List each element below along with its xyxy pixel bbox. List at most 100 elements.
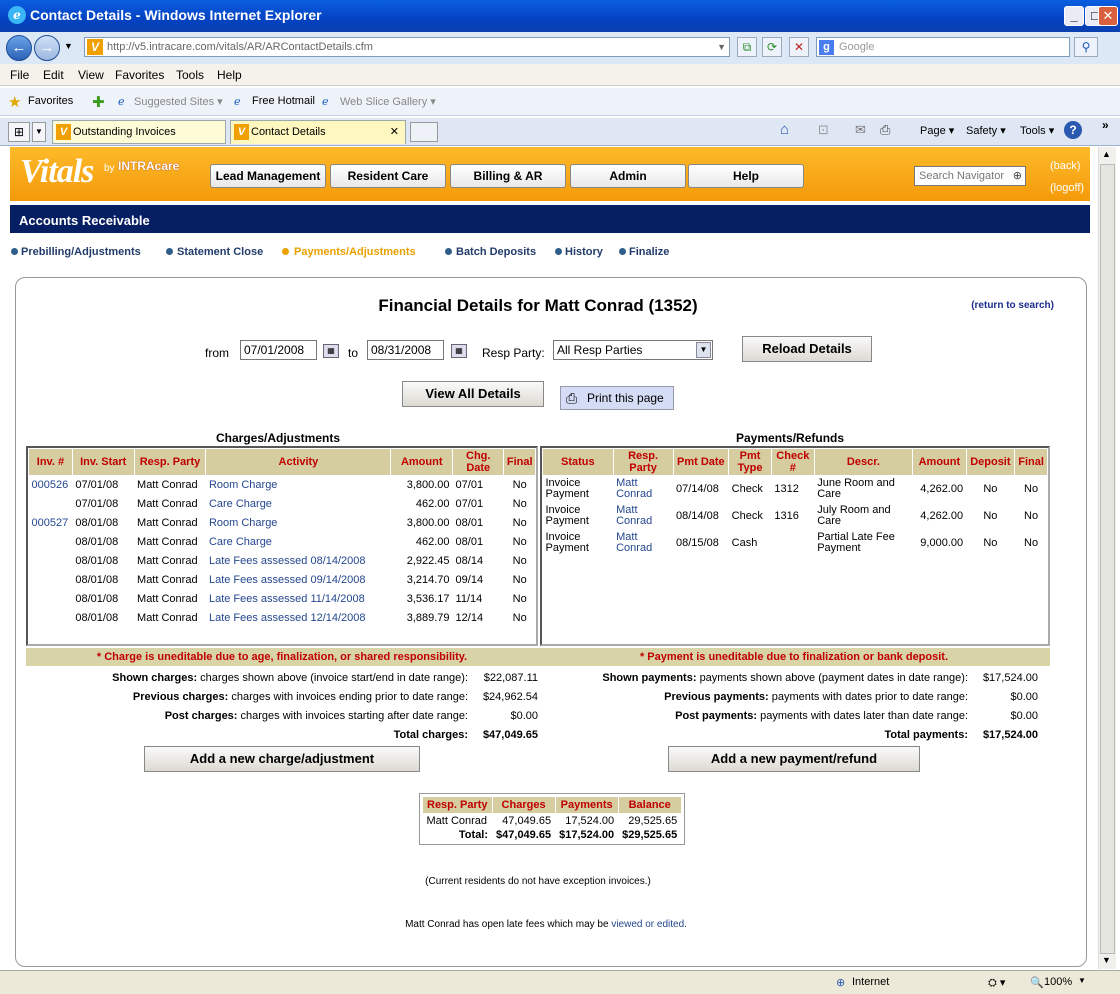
favorites-button[interactable]: Favorites <box>28 95 73 107</box>
payment-cell: 9,000.00 <box>920 536 964 549</box>
tab-outstanding-invoices[interactable]: V Outstanding Invoices <box>52 120 226 144</box>
menu-edit[interactable]: Edit <box>43 68 64 82</box>
latefee-link[interactable]: viewed or edited. <box>611 919 687 930</box>
charge-cell: No <box>512 536 527 548</box>
nav-billing-ar[interactable]: Billing & AR <box>450 164 566 188</box>
activity-link[interactable]: Late Fees assessed 09/14/2008 <box>209 574 366 586</box>
address-bar[interactable]: V http://v5.intracare.com/vitals/AR/ARCo… <box>84 37 730 57</box>
to-date-input[interactable]: 08/31/2008 <box>367 340 444 360</box>
summary-label-text: charges with invoices starting after dat… <box>240 710 468 722</box>
charge-cell: 000526 <box>29 476 73 495</box>
page-menu[interactable]: Page ▾ <box>920 124 954 137</box>
resp-party-link[interactable]: Matt Conrad <box>616 477 652 500</box>
new-tab-button[interactable] <box>410 122 438 142</box>
chevron-more-icon[interactable]: » <box>1102 118 1109 132</box>
mail-icon[interactable]: ✉ <box>855 122 866 138</box>
view-all-details-button[interactable]: View All Details <box>402 381 544 407</box>
logoff-link[interactable]: (logoff) <box>1050 182 1084 194</box>
refresh-icon[interactable]: ⟳ <box>762 37 782 57</box>
scroll-down-icon[interactable]: ▼ <box>1102 955 1111 965</box>
nav-resident-care[interactable]: Resident Care <box>330 164 446 188</box>
safety-menu[interactable]: Safety ▾ <box>966 124 1006 137</box>
activity-link[interactable]: Care Charge <box>209 536 272 548</box>
subnav-statement-close[interactable]: Statement Close <box>177 246 263 258</box>
activity-link[interactable]: Room Charge <box>209 517 277 529</box>
menu-help[interactable]: Help <box>217 68 242 82</box>
feeds-icon[interactable]: ⊡ <box>818 122 829 138</box>
scroll-thumb[interactable] <box>1100 164 1115 954</box>
subnav-finalize[interactable]: Finalize <box>629 246 669 258</box>
menu-tools[interactable]: Tools <box>176 68 204 82</box>
subnav-batch-deposits[interactable]: Batch Deposits <box>456 246 536 258</box>
back-link[interactable]: (back) <box>1050 160 1081 172</box>
activity-link[interactable]: Late Fees assessed 11/14/2008 <box>209 593 365 605</box>
quick-tabs-icon[interactable]: ⊞ <box>8 122 30 142</box>
return-to-search-link[interactable]: (return to search) <box>971 300 1054 311</box>
subnav-payments[interactable]: Payments/Adjustments <box>294 246 416 258</box>
search-navigator-input[interactable]: Search Navigator ⊕ <box>914 166 1026 186</box>
resp-party-select[interactable]: All Resp Parties ▼ <box>553 340 713 360</box>
print-page-button[interactable]: ⎙ Print this page <box>560 386 674 410</box>
search-input[interactable]: g Google <box>816 37 1070 57</box>
protected-mode-icon[interactable]: ⛭ ▾ <box>988 976 1005 990</box>
menu-favorites[interactable]: Favorites <box>115 68 164 82</box>
favorites-link-suggested[interactable]: Suggested Sites ▾ <box>134 95 223 108</box>
forward-arrow-icon[interactable]: → <box>34 35 60 61</box>
summary-label: Post charges: charges with invoices star… <box>165 710 468 722</box>
compatibility-icon[interactable]: ⧉ <box>737 37 757 57</box>
vertical-scrollbar[interactable]: ▲ ▼ <box>1098 147 1116 969</box>
tab-list-dropdown-icon[interactable]: ▼ <box>32 122 46 142</box>
help-icon[interactable]: ? <box>1064 121 1082 139</box>
invoice-link[interactable]: 000526 <box>32 479 69 491</box>
chevron-down-icon[interactable]: ▼ <box>696 342 711 358</box>
scroll-up-icon[interactable]: ▲ <box>1102 149 1111 159</box>
print-icon[interactable]: ⎙ <box>880 122 890 138</box>
menu-file[interactable]: File <box>10 68 29 82</box>
payment-cell: No <box>1024 482 1039 495</box>
activity-link[interactable]: Late Fees assessed 08/14/2008 <box>209 555 366 567</box>
back-arrow-icon[interactable]: ← <box>6 35 32 61</box>
add-favorite-icon[interactable]: ✚ <box>92 93 105 111</box>
favorites-link-webslice[interactable]: Web Slice Gallery ▾ <box>340 95 436 108</box>
calendar-icon[interactable]: ▦ <box>451 344 467 358</box>
minimize-button[interactable]: _ <box>1064 6 1084 26</box>
tab-contact-details[interactable]: V Contact Details ✕ <box>230 120 406 144</box>
stop-icon[interactable]: ✕ <box>789 37 809 57</box>
add-payment-button[interactable]: Add a new payment/refund <box>668 746 920 772</box>
add-charge-button[interactable]: Add a new charge/adjustment <box>144 746 420 772</box>
zoom-level[interactable]: 100% <box>1044 976 1072 988</box>
reload-details-button[interactable]: Reload Details <box>742 336 872 362</box>
search-navigator-icon[interactable]: ⊕ <box>1013 167 1022 185</box>
activity-link[interactable]: Late Fees assessed 12/14/2008 <box>209 612 366 624</box>
payment-cell: Matt Conrad <box>613 503 673 530</box>
search-icon[interactable]: ⚲ <box>1074 37 1098 57</box>
balance-balance: 29,525.65 <box>628 815 678 827</box>
menu-view[interactable]: View <box>78 68 104 82</box>
subnav-prebilling[interactable]: Prebilling/Adjustments <box>21 246 141 258</box>
page-title: Financial Details for Matt Conrad (1352) <box>378 296 698 315</box>
resp-party-link[interactable]: Matt Conrad <box>616 531 652 554</box>
favorites-star-icon: ★ <box>8 94 22 111</box>
close-button[interactable]: ✕ <box>1098 6 1118 26</box>
nav-admin[interactable]: Admin <box>570 164 686 188</box>
nav-lead-management[interactable]: Lead Management <box>210 164 326 188</box>
zoom-dropdown-icon[interactable]: ▼ <box>1078 976 1086 985</box>
favorites-link-hotmail[interactable]: Free Hotmail <box>252 95 315 107</box>
close-tab-icon[interactable]: ✕ <box>390 121 399 143</box>
calendar-icon[interactable]: ▦ <box>323 344 339 358</box>
history-dropdown-icon[interactable]: ▼ <box>64 41 73 51</box>
charge-cell: 2,922.45 <box>406 555 450 567</box>
tools-menu[interactable]: Tools ▾ <box>1020 124 1054 137</box>
charges-header: Chg. Date <box>452 448 505 476</box>
resp-party-link[interactable]: Matt Conrad <box>616 504 652 527</box>
invoice-link[interactable]: 000527 <box>32 517 69 529</box>
subnav-history[interactable]: History <box>565 246 603 258</box>
activity-link[interactable]: Room Charge <box>209 479 277 491</box>
nav-help[interactable]: Help <box>688 164 804 188</box>
activity-link[interactable]: Care Charge <box>209 498 272 510</box>
home-icon[interactable]: ⌂ <box>780 121 789 138</box>
balance-total-charges: $47,049.65 <box>496 829 552 841</box>
from-date-input[interactable]: 07/01/2008 <box>240 340 317 360</box>
address-dropdown-icon[interactable]: ▼ <box>717 38 726 56</box>
payment-cell: 4,262.00 <box>920 482 964 495</box>
